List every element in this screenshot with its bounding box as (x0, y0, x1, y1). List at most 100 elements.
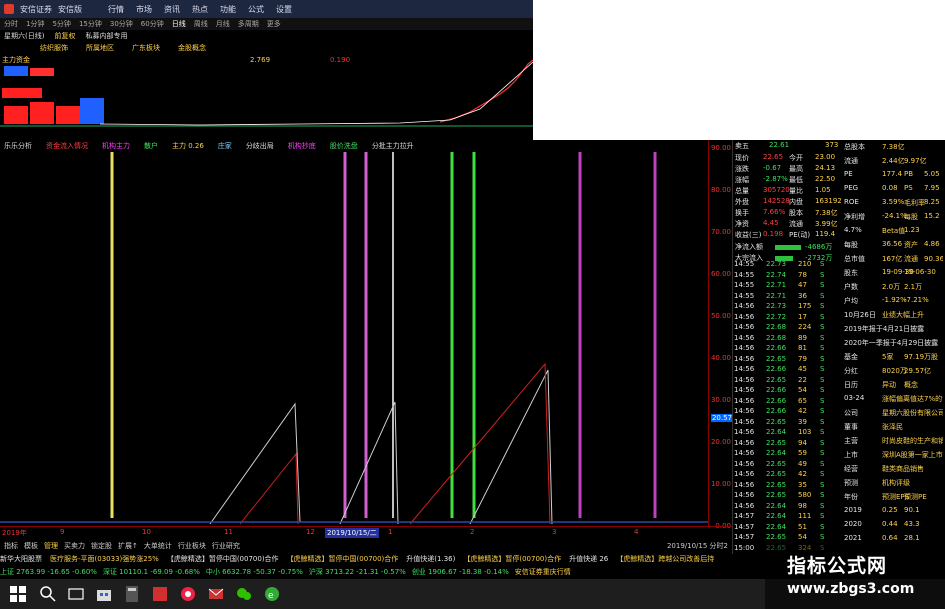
trade-price: 22.65 (766, 354, 787, 363)
period-tab[interactable]: 月线 (216, 19, 230, 29)
trade-price: 22.64 (766, 449, 787, 457)
f10-cell: 29.57亿 (904, 367, 932, 375)
f10-cell: 97.19万股 (904, 353, 939, 361)
period-tab[interactable]: 周线 (194, 19, 208, 29)
windows-start-icon[interactable] (8, 584, 28, 604)
concept-tag[interactable]: 金股概念 (178, 43, 206, 53)
f10-cell: PB (904, 170, 914, 178)
quote-value: 23.00 (815, 153, 836, 161)
bottom-tab[interactable]: 模板 (24, 541, 38, 551)
bottom-tab[interactable]: 锁定股 (91, 541, 112, 551)
bottom-tab[interactable]: 扩展↑ (118, 541, 138, 551)
browser-icon[interactable] (178, 584, 198, 604)
indicator-legend-item: 散户 (144, 142, 158, 150)
f10-cell: 5家 (882, 353, 894, 361)
store-icon[interactable] (94, 584, 114, 604)
trade-price: 22.68 (766, 333, 787, 342)
index-item[interactable]: 安信证券重庆行情 (515, 568, 571, 576)
ticker-item[interactable]: 【虎鲸精选】暂停中国(00700)合作 (287, 555, 399, 563)
app-icon-mail[interactable] (206, 584, 226, 604)
trade-time: 14:57 (734, 533, 755, 541)
menu-item[interactable]: 热点 (192, 4, 208, 15)
app-icon-red[interactable] (150, 584, 170, 604)
concept-tag[interactable]: 纺织服饰 (40, 43, 68, 53)
trade-side: S (820, 533, 825, 541)
security-icon[interactable]: e (262, 584, 282, 604)
trade-price: 22.66 (766, 365, 787, 373)
indicator-header: 乐乐分析 资金流入情况 机构主力 散户 主力 0.26 庄家 分歧出局 机构抄底 股价洗盘 分批主… (0, 140, 708, 152)
ticker-item[interactable]: 【虎鲸精选】跨越公司改善后持 (616, 555, 714, 563)
f10-row: 2020年一季报于4月29日披露 (844, 338, 943, 349)
period-tab[interactable]: 30分钟 (110, 19, 133, 29)
period-toolbar: 分时 1分钟 5分钟 15分钟 30分钟 60分钟 日线 周线 月线 多周期 更多 (0, 18, 533, 30)
period-tab[interactable]: 更多 (267, 19, 281, 29)
indicator-chart[interactable] (0, 152, 708, 526)
calculator-icon[interactable] (122, 584, 142, 604)
period-tab[interactable]: 1分钟 (26, 19, 44, 29)
trade-volume: 35 (798, 480, 807, 489)
ticker-item[interactable]: 新华大阳股票 (0, 555, 42, 563)
ticker-item[interactable]: 升值快递(1.36) (406, 555, 455, 563)
bottom-tab[interactable]: 行业板块 (178, 541, 206, 551)
period-tab[interactable]: 5分钟 (52, 19, 70, 29)
trade-side: S (820, 375, 825, 384)
task-view-icon[interactable] (66, 584, 86, 604)
bottom-tab[interactable]: 行业研究 (212, 541, 240, 551)
search-icon[interactable] (38, 584, 58, 604)
f10-cell: 张泽民 (882, 423, 903, 431)
quote-label: 股本 (789, 209, 803, 217)
period-tab[interactable]: 日线 (172, 19, 186, 29)
menu-item[interactable]: 功能 (220, 4, 236, 15)
f10-cell: 8.25 (924, 198, 940, 206)
f10-cell: -7.21% (904, 296, 929, 304)
trade-price: 22.65 (766, 417, 787, 426)
index-item[interactable]: 中小 6632.78 -50.37 -0.75% (206, 568, 303, 576)
concept-tag[interactable]: 广东板块 (132, 43, 160, 53)
x-tick-label: 2 (470, 528, 475, 536)
adjust-mode[interactable]: 前复权 (54, 31, 75, 41)
f10-cell: 2020年一季报于4月29日披露 (844, 339, 939, 347)
trade-time: 14:57 (734, 512, 755, 520)
index-item[interactable]: 创业 1906.67 -18.38 -0.14% (412, 568, 509, 576)
wechat-icon[interactable] (234, 584, 254, 604)
f10-cell: 36.56 (882, 240, 903, 248)
period-tab[interactable]: 15分钟 (79, 19, 102, 29)
period-tab[interactable]: 分时 (4, 19, 18, 29)
concept-tag[interactable]: 所属地区 (86, 43, 114, 53)
f10-cell: 概念 (904, 381, 918, 389)
menu-item[interactable]: 行情 (108, 4, 124, 15)
ticker-item[interactable]: 医疗服务-平面(03033)强势涨25% (50, 555, 159, 563)
menu-item[interactable]: 公式 (248, 4, 264, 15)
bottom-tab[interactable]: 管理 (44, 541, 58, 551)
f10-cell: 异动 (882, 381, 896, 389)
bottom-tab[interactable]: 买卖力 (64, 541, 85, 551)
f10-cell: 每股 (904, 213, 918, 221)
f10-row: 户均 -1.92% -7.21% (844, 296, 943, 307)
quote-value: 305720 (763, 186, 790, 194)
f10-cell: 90.36亿 (924, 255, 943, 263)
y-tick-label: 70.00 (710, 228, 731, 236)
ticker-item[interactable]: 【虎鲸精选】暂停中国(00700)合作 (167, 555, 279, 563)
f10-row: PE 177.4 PB 5.05 (844, 170, 943, 181)
period-tab[interactable]: 60分钟 (141, 19, 164, 29)
f10-cell: 上市 (844, 451, 858, 459)
bottom-tab[interactable]: 指标 (4, 541, 18, 551)
index-item[interactable]: 上证 2763.99 -16.65 -0.60% (0, 568, 97, 576)
trade-volume: 54 (798, 386, 807, 394)
menu-item[interactable]: 设置 (276, 4, 292, 15)
series-red-line (239, 452, 299, 525)
sell5-vol: 373 (825, 141, 839, 149)
menu-bar: 行情 市场 资讯 热点 功能 公式 设置 (108, 4, 292, 15)
menu-item[interactable]: 资讯 (164, 4, 180, 15)
ticker-item[interactable]: 【虎鲸精选】暂停(00700)合作 (463, 555, 561, 563)
index-item[interactable]: 沪深 3713.22 -21.31 -0.57% (309, 568, 406, 576)
quote-value: 22.50 (815, 175, 836, 183)
ticker-item[interactable]: 升值快递 26 (569, 555, 608, 563)
trade-side: S (820, 407, 825, 415)
trade-side: S (820, 312, 825, 321)
period-tab[interactable]: 多周期 (238, 19, 259, 29)
index-item[interactable]: 深证 10110.1 -69.09 -0.68% (103, 568, 200, 576)
menu-item[interactable]: 市场 (136, 4, 152, 15)
trade-price: 22.65 (766, 533, 787, 541)
bottom-tab[interactable]: 大单统计 (144, 541, 172, 551)
